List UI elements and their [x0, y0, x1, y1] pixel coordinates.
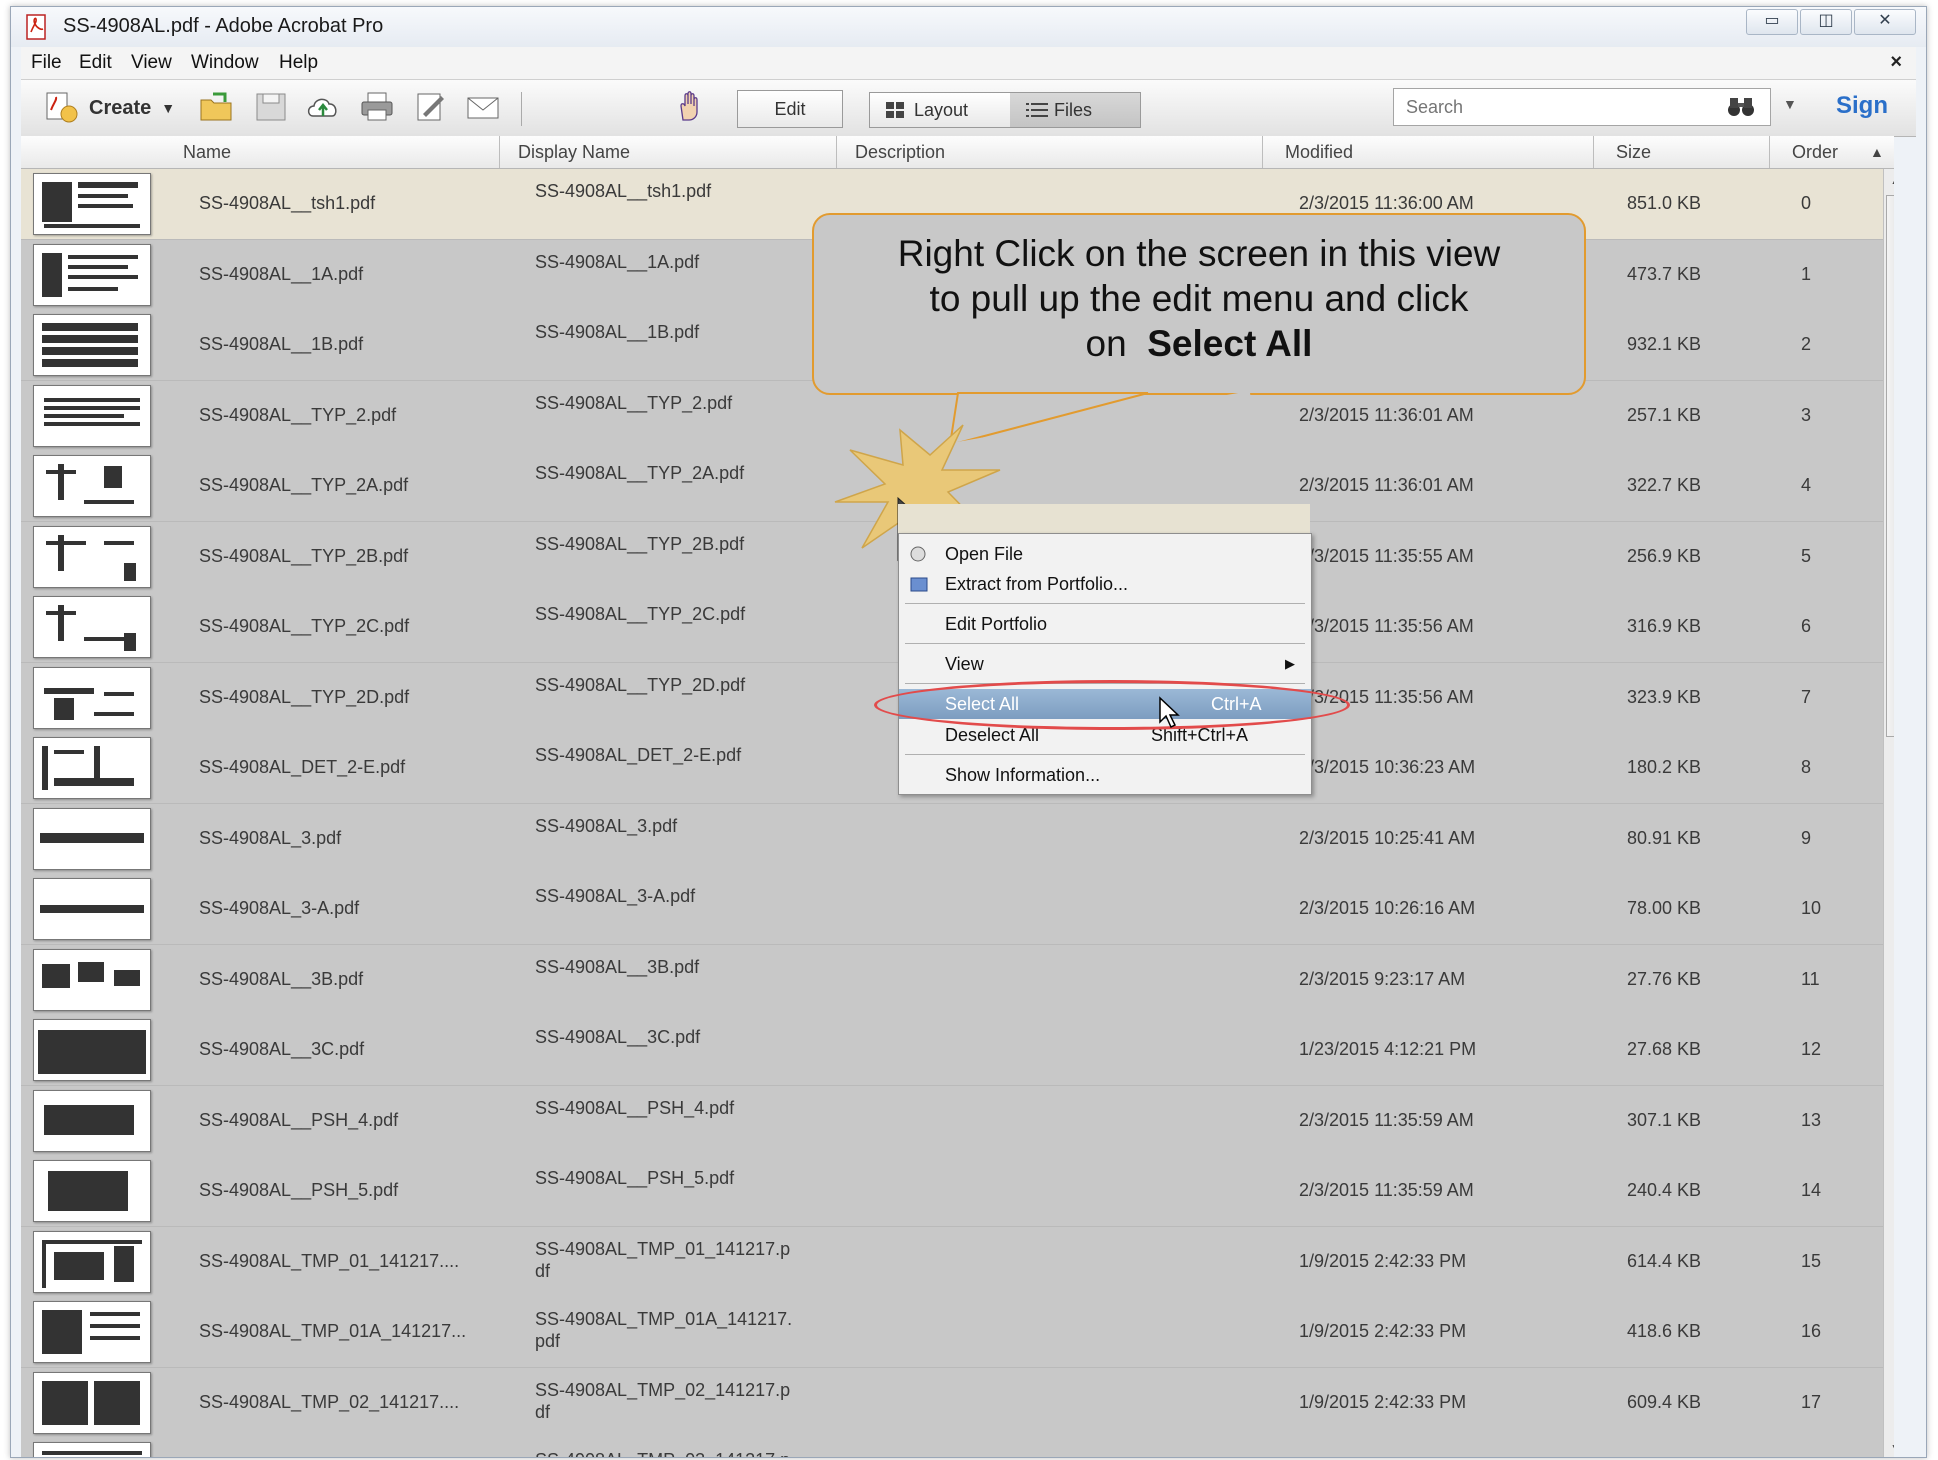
extract-icon: [910, 577, 928, 592]
menu-item-extract-from-portfolio[interactable]: Extract from Portfolio...: [899, 569, 1311, 599]
menu-item-show-information[interactable]: Show Information...: [899, 760, 1311, 790]
context-menu: Open File Extract from Portfolio... Edit…: [898, 533, 1312, 795]
highlight-ellipse: [874, 680, 1350, 730]
menu-separator: [905, 754, 1305, 755]
open-file-icon: [910, 546, 926, 562]
menu-item-view[interactable]: View ▶: [899, 649, 1311, 679]
submenu-arrow-icon: ▶: [1285, 656, 1295, 671]
menu-item-edit-portfolio[interactable]: Edit Portfolio: [899, 609, 1311, 639]
context-menu-header: [898, 504, 1310, 534]
menu-separator: [905, 643, 1305, 644]
callout-pointer: [948, 392, 1149, 447]
menu-item-open-file[interactable]: Open File: [899, 539, 1311, 569]
menu-separator: [905, 603, 1305, 604]
arrow-cursor-icon: [1159, 696, 1180, 729]
